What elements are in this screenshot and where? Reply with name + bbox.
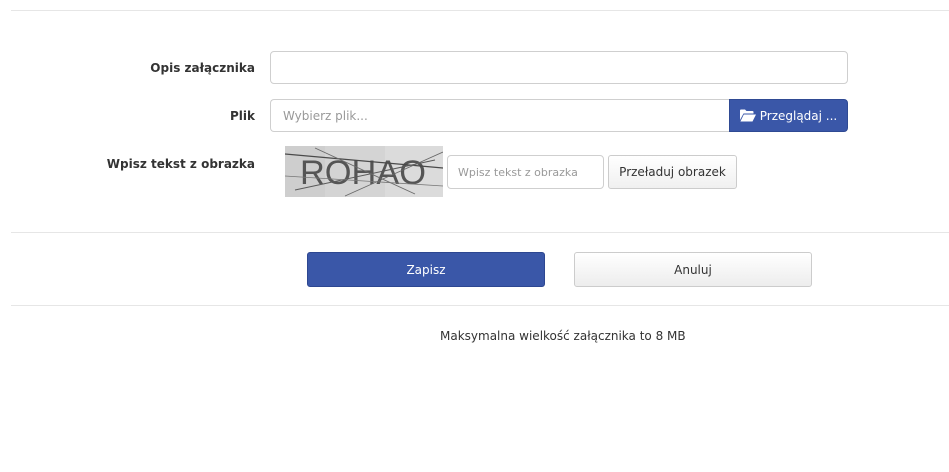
captcha-input[interactable] (447, 155, 604, 189)
bottom-divider (11, 305, 949, 306)
browse-button[interactable]: Przeglądaj ... (729, 99, 848, 132)
reload-captcha-button[interactable]: Przeładuj obrazek (608, 155, 737, 189)
browse-button-label: Przeglądaj ... (759, 108, 838, 123)
captcha-label: Wpisz tekst z obrazka (106, 157, 255, 171)
captcha-text: ROHAO (300, 154, 426, 192)
captcha-image: ROHAO (285, 146, 443, 197)
middle-divider (11, 232, 949, 233)
top-divider (11, 10, 949, 11)
folder-open-icon (739, 109, 756, 122)
file-path-input[interactable] (270, 99, 729, 132)
description-input[interactable] (270, 51, 848, 84)
file-label: Plik (229, 109, 255, 123)
description-label: Opis załącznika (150, 61, 255, 75)
cancel-button[interactable]: Anuluj (574, 252, 812, 287)
max-size-note: Maksymalna wielkość załącznika to 8 MB (440, 329, 686, 343)
save-button[interactable]: Zapisz (307, 252, 545, 287)
